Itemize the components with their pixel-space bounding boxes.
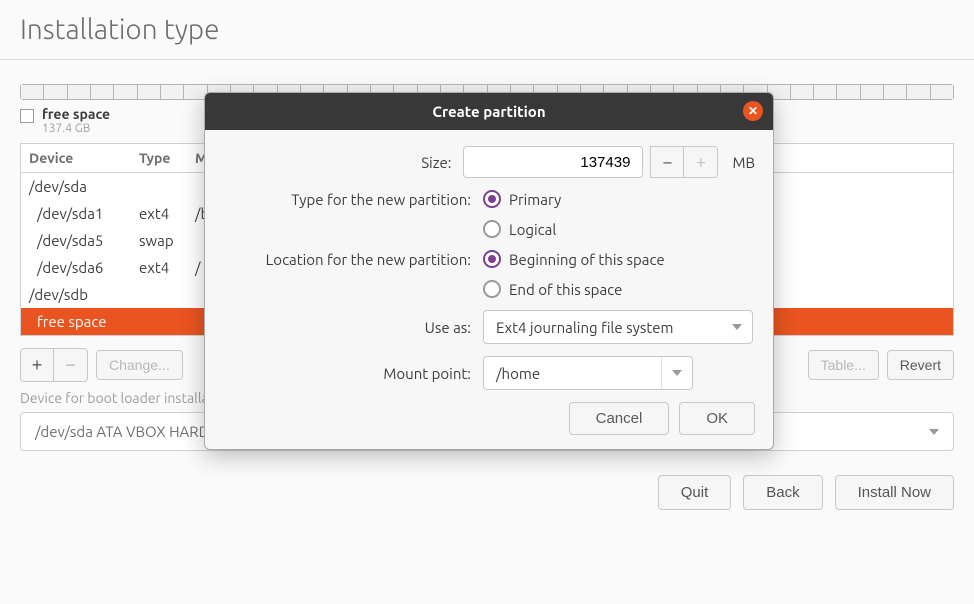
cell-type: ext4 xyxy=(139,259,195,276)
add-partition-button[interactable]: + xyxy=(20,348,54,382)
size-increment-button[interactable]: + xyxy=(684,146,718,178)
partition-type-label: Type for the new partition: xyxy=(223,191,483,208)
use-as-value: Ext4 journaling file system xyxy=(496,319,673,336)
cell-type: swap xyxy=(139,232,195,249)
ok-button[interactable]: OK xyxy=(679,402,755,435)
size-input[interactable] xyxy=(463,146,643,178)
cell-type xyxy=(139,313,195,330)
page-title: Installation type xyxy=(20,14,954,45)
mount-point-value: /home xyxy=(496,365,540,382)
dialog-titlebar: Create partition ✕ xyxy=(205,93,773,130)
header-type[interactable]: Type xyxy=(139,150,195,166)
cell-type xyxy=(139,178,195,195)
new-partition-table-button[interactable]: Table... xyxy=(808,350,879,380)
add-remove-group: + − xyxy=(20,348,88,382)
remove-partition-button[interactable]: − xyxy=(54,348,88,382)
cell-type xyxy=(139,286,195,303)
radio-icon xyxy=(483,250,501,268)
use-as-select[interactable]: Ext4 journaling file system xyxy=(483,310,753,344)
create-partition-dialog: Create partition ✕ Size: − + MB Type for… xyxy=(204,92,774,450)
back-button[interactable]: Back xyxy=(743,475,822,510)
legend-size: 137.4 GB xyxy=(42,122,110,135)
partition-type-primary[interactable]: Primary xyxy=(483,190,561,208)
radio-label: Logical xyxy=(509,221,556,238)
radio-icon xyxy=(483,190,501,208)
cell-type: ext4 xyxy=(139,205,195,222)
revert-button[interactable]: Revert xyxy=(887,350,954,380)
header-device[interactable]: Device xyxy=(29,150,139,166)
square-icon xyxy=(20,109,34,123)
change-button[interactable]: Change... xyxy=(96,350,183,380)
close-icon: ✕ xyxy=(748,104,758,118)
radio-icon xyxy=(483,280,501,298)
chevron-down-icon xyxy=(672,370,682,376)
partition-location-label: Location for the new partition: xyxy=(223,251,483,268)
install-now-button[interactable]: Install Now xyxy=(835,475,954,510)
cell-device: /dev/sda xyxy=(29,178,139,195)
size-label: Size: xyxy=(223,154,463,171)
cell-device: /dev/sda6 xyxy=(29,259,139,276)
size-decrement-button[interactable]: − xyxy=(650,146,684,178)
close-button[interactable]: ✕ xyxy=(743,101,763,121)
partition-type-logical[interactable]: Logical xyxy=(483,220,556,238)
cell-device: free space xyxy=(29,313,139,330)
cell-device: /dev/sda5 xyxy=(29,232,139,249)
dialog-title: Create partition xyxy=(432,103,545,120)
cell-device: /dev/sdb xyxy=(29,286,139,303)
size-stepper: − + xyxy=(650,146,718,178)
partition-location-end[interactable]: End of this space xyxy=(483,280,622,298)
use-as-label: Use as: xyxy=(223,319,483,336)
radio-label: Primary xyxy=(509,191,561,208)
cell-device: /dev/sda1 xyxy=(29,205,139,222)
size-unit: MB xyxy=(732,154,755,171)
mount-point-select[interactable]: /home xyxy=(483,356,693,390)
radio-label: Beginning of this space xyxy=(509,251,665,268)
radio-icon xyxy=(483,220,501,238)
radio-label: End of this space xyxy=(509,281,622,298)
partition-location-beginning[interactable]: Beginning of this space xyxy=(483,250,665,268)
chevron-down-icon xyxy=(929,429,939,435)
cancel-button[interactable]: Cancel xyxy=(569,402,670,435)
divider xyxy=(0,59,974,60)
legend-label: free space xyxy=(42,106,110,122)
mount-point-label: Mount point: xyxy=(223,365,483,382)
chevron-down-icon xyxy=(732,324,742,330)
quit-button[interactable]: Quit xyxy=(658,475,732,510)
